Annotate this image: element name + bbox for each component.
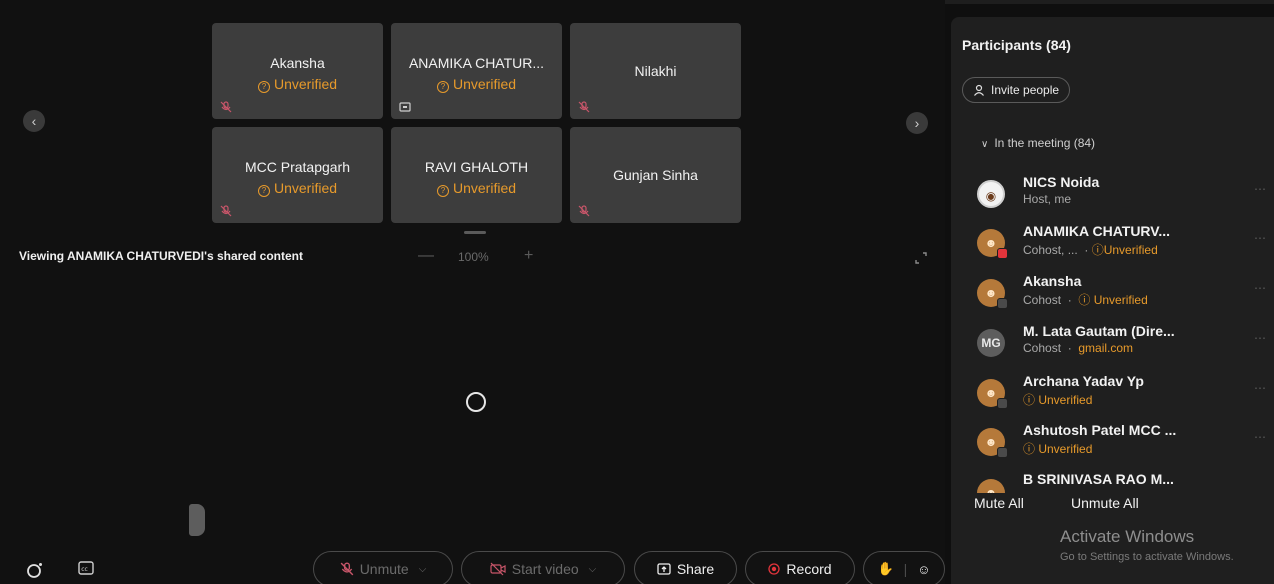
participant-row[interactable]: ☻ Akansha Cohost · ⓘ Unverified ⋯ <box>977 273 1267 319</box>
participant-tile[interactable]: Gunjan Sinha <box>570 127 741 223</box>
panel-title: Participants (84) <box>962 37 1071 53</box>
avatar: ☻ <box>977 379 1008 409</box>
emoji-icon[interactable]: ☺ <box>917 562 930 577</box>
avatar: ☻ <box>977 428 1008 458</box>
participant-tile[interactable]: RAVI GHALOTH ? Unverified <box>391 127 562 223</box>
next-page-arrow[interactable]: › <box>906 112 928 134</box>
participant-row[interactable]: ☻ Archana Yadav Yp ⓘ Unverified ⋯ <box>977 373 1267 419</box>
device-badge-icon <box>997 398 1008 409</box>
more-icon[interactable]: ⋯ <box>1254 281 1267 295</box>
participant-row[interactable]: MG M. Lata Gautam (Dire... Cohost · gmai… <box>977 323 1267 369</box>
tile-name: Gunjan Sinha <box>613 167 698 183</box>
avatar: ☻ <box>977 279 1008 309</box>
share-screen-icon <box>657 563 671 575</box>
tile-name: RAVI GHALOTH <box>424 159 529 175</box>
in-meeting-section-toggle[interactable]: ∨ In the meeting (84) <box>981 136 1095 150</box>
loading-spinner <box>466 392 486 412</box>
participant-tile[interactable]: Nilakhi <box>570 23 741 119</box>
more-icon[interactable]: ⋯ <box>1254 381 1267 395</box>
activate-windows-title: Activate Windows <box>1060 527 1195 546</box>
unverified-icon: ? <box>436 185 449 197</box>
raise-hand-icon[interactable]: ✋ <box>877 561 893 577</box>
tile-name: ANAMIKA CHATUR... <box>408 55 545 71</box>
video-grid: Akansha ? Unverified ANAMIKA CHATUR... ? U… <box>212 23 742 223</box>
share-button[interactable]: Share <box>634 551 737 584</box>
more-icon[interactable]: ⋯ <box>1254 430 1267 444</box>
unverified-icon: ? <box>436 81 449 93</box>
zoom-level: 100% <box>458 250 489 264</box>
tile-status: ? Unverified <box>212 180 383 197</box>
start-video-button[interactable]: Start video ⌵ <box>461 551 625 584</box>
unverified-icon: ? <box>257 185 270 197</box>
screen-share-icon <box>399 102 411 112</box>
chevron-down-icon: ⌵ <box>418 563 427 575</box>
mic-muted-icon <box>578 101 590 113</box>
video-off-icon <box>490 562 506 576</box>
prev-page-arrow[interactable]: ‹ <box>23 110 45 132</box>
avatar: MG <box>977 329 1005 357</box>
invite-people-button[interactable]: Invite people <box>962 77 1071 103</box>
device-badge-icon <box>997 447 1008 458</box>
participant-row[interactable]: ☻ B SRINIVASA RAO M... <box>977 471 1267 493</box>
unmute-button[interactable]: Unmute ⌵ <box>313 551 453 584</box>
more-icon[interactable]: ⋯ <box>1254 331 1267 345</box>
unmute-all-button[interactable]: Unmute All <box>1071 495 1139 511</box>
shared-content-label: Viewing ANAMIKA CHATURVEDI's shared cont… <box>19 249 303 263</box>
participant-row[interactable]: ☻ Ashutosh Patel MCC ... ⓘ Unverified ⋯ <box>977 422 1267 468</box>
chevron-down-icon: ∨ <box>981 139 989 150</box>
captions-icon[interactable]: cc <box>78 561 94 580</box>
zoom-in-button[interactable]: + <box>524 247 533 265</box>
avatar: ☻ <box>977 479 1005 493</box>
meeting-stage: ‹ › Akansha ? Unverified ANAMIKA CHATUR..… <box>0 0 1038 584</box>
zoom-out-button[interactable]: — <box>418 247 434 265</box>
record-icon <box>768 563 781 575</box>
person-icon <box>974 84 984 96</box>
participant-tile[interactable]: MCC Pratapgarh ? Unverified <box>212 127 383 223</box>
mic-muted-icon <box>220 101 232 113</box>
mic-muted-icon <box>578 205 590 217</box>
participant-tile[interactable]: Akansha ? Unverified <box>212 23 383 119</box>
tile-name: MCC Pratapgarh <box>244 159 351 175</box>
avatar: ◉ <box>977 180 1005 208</box>
mic-muted-icon <box>340 562 354 576</box>
expand-icon[interactable] <box>914 251 928 265</box>
device-badge-icon <box>997 298 1008 309</box>
tile-name: Akansha <box>270 55 325 71</box>
unverified-icon: ? <box>257 81 270 93</box>
more-icon[interactable]: ⋯ <box>1254 231 1267 245</box>
raise-hand-reactions-group[interactable]: ✋ | ☺ <box>863 551 945 584</box>
avatar: ☻ <box>977 229 1008 259</box>
tile-status: ? Unverified <box>212 76 383 93</box>
svg-text:cc: cc <box>81 566 88 573</box>
tile-status: ? Unverified <box>391 76 562 93</box>
participant-tile[interactable]: ANAMIKA CHATUR... ? Unverified <box>391 23 562 119</box>
mic-muted-icon <box>220 205 232 217</box>
grid-resize-handle[interactable] <box>464 231 486 234</box>
mute-all-button[interactable]: Mute All <box>974 495 1024 511</box>
tile-name: Nilakhi <box>634 63 677 79</box>
side-panel-tab[interactable] <box>189 504 205 536</box>
tile-status: ? Unverified <box>391 180 562 197</box>
record-button[interactable]: Record <box>745 551 855 584</box>
more-icon[interactable]: ⋯ <box>1254 182 1267 196</box>
sharing-badge-icon <box>997 248 1008 259</box>
participant-row[interactable]: ☻ ANAMIKA CHATURV... Cohost, ... · ⓘUnve… <box>977 223 1267 269</box>
chevron-down-icon: ⌵ <box>588 563 597 575</box>
activate-windows-subtitle: Go to Settings to activate Windows. <box>1060 551 1234 563</box>
reactions-icon[interactable] <box>26 561 44 584</box>
participant-row[interactable]: ◉ NICS Noida Host, me ⋯ <box>977 174 1267 220</box>
